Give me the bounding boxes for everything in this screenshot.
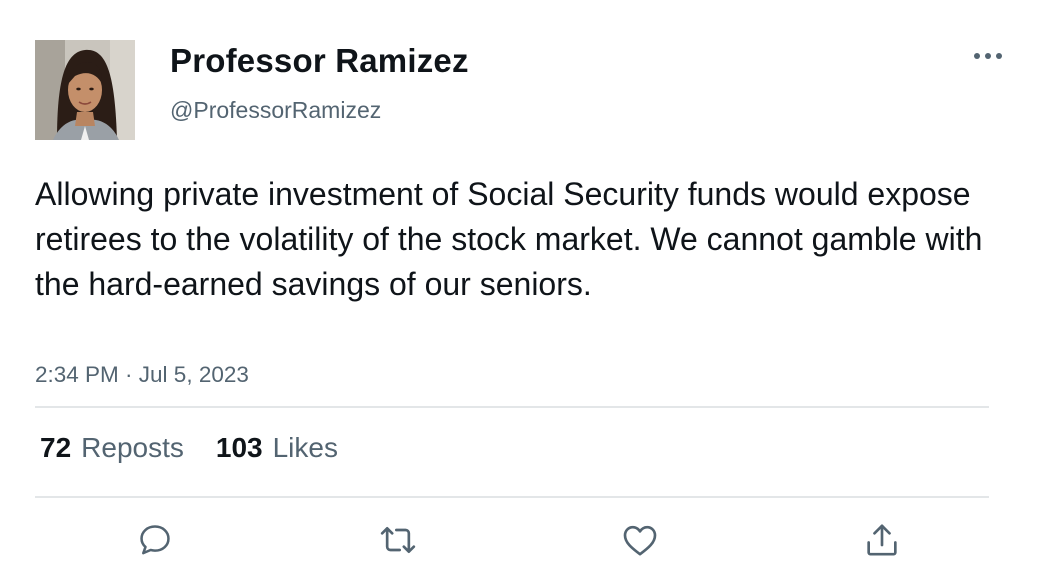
more-options-button[interactable] bbox=[968, 44, 1008, 68]
heart-icon bbox=[623, 525, 657, 556]
divider bbox=[35, 406, 989, 408]
likes-count: 103 bbox=[215, 432, 263, 463]
tweet-timestamp[interactable]: 2:34 PM · Jul 5, 2023 bbox=[35, 362, 249, 388]
reposts-count: 72 bbox=[40, 432, 72, 463]
display-name[interactable]: Professor Ramizez bbox=[170, 42, 469, 80]
share-button[interactable] bbox=[860, 518, 904, 562]
repost-button[interactable] bbox=[376, 518, 420, 562]
avatar[interactable] bbox=[35, 40, 135, 140]
reposts-stat[interactable]: 72 Reposts bbox=[40, 432, 184, 464]
user-handle[interactable]: @ProfessorRamizez bbox=[170, 97, 381, 124]
likes-label: Likes bbox=[272, 432, 338, 463]
divider bbox=[35, 496, 989, 498]
share-icon bbox=[867, 524, 897, 556]
reply-icon bbox=[140, 525, 170, 555]
tweet-text: Allowing private investment of Social Se… bbox=[35, 176, 983, 302]
reply-button[interactable] bbox=[133, 518, 177, 562]
like-button[interactable] bbox=[618, 518, 662, 562]
engagement-stats: 72 Reposts 103 Likes bbox=[40, 432, 338, 464]
more-horizontal-icon bbox=[974, 53, 1002, 59]
reposts-label: Reposts bbox=[81, 432, 184, 463]
likes-stat[interactable]: 103 Likes bbox=[216, 432, 338, 464]
repost-icon bbox=[380, 527, 416, 553]
